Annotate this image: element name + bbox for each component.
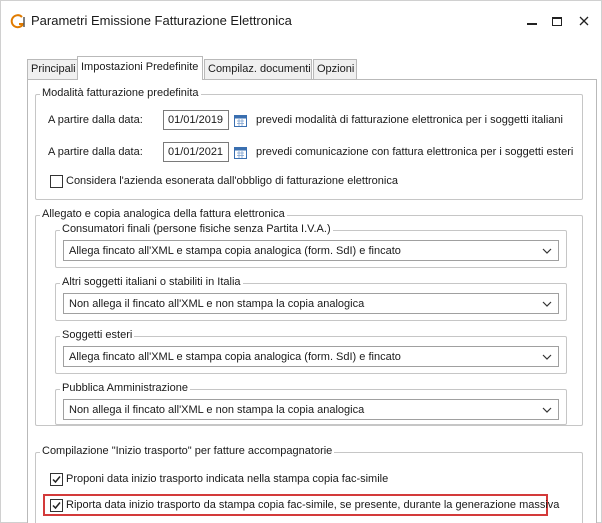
subgroup-pubblica-amministrazione: Pubblica Amministrazione Non allega il f… — [55, 382, 567, 425]
subgroup-altri-soggetti-italiani: Altri soggetti italiani o stabiliti in I… — [55, 276, 567, 321]
close-button[interactable] — [569, 9, 599, 33]
select-altri-soggetti-italiani[interactable]: Non allega il fincato all'XML e non stam… — [63, 293, 559, 314]
subgroup-title: Soggetti esteri — [60, 329, 135, 341]
chevron-down-icon — [542, 301, 552, 307]
select-value: Non allega il fincato all'XML e non stam… — [69, 404, 365, 416]
select-soggetti-esteri[interactable]: Allega fincato all'XML e stampa copia an… — [63, 346, 559, 367]
chevron-down-icon — [542, 354, 552, 360]
subgroup-consumatori-finali: Consumatori finali (persone fisiche senz… — [55, 223, 567, 268]
close-icon — [579, 16, 589, 26]
select-consumatori-finali[interactable]: Allega fincato all'XML e stampa copia an… — [63, 240, 559, 261]
title-bar: Parametri Emissione Fatturazione Elettro… — [1, 1, 601, 41]
group-modalita-fatturazione: Modalità fatturazione predefinita A part… — [35, 87, 583, 200]
date-label-esteri: A partire dalla data: — [48, 146, 143, 158]
subgroup-title: Altri soggetti italiani o stabiliti in I… — [60, 276, 243, 288]
select-value: Allega fincato all'XML e stampa copia an… — [69, 245, 401, 257]
select-value: Non allega il fincato all'XML e non stam… — [69, 298, 365, 310]
select-value: Allega fincato all'XML e stampa copia an… — [69, 351, 401, 363]
select-pubblica-amministrazione[interactable]: Non allega il fincato all'XML e non stam… — [63, 399, 559, 420]
tab-label: Compilaz. documenti — [208, 63, 311, 75]
calendar-icon[interactable] — [234, 114, 247, 127]
calendar-icon[interactable] — [234, 146, 247, 159]
group-allegato-copia-analogica: Allegato e copia analogica della fattura… — [35, 208, 583, 426]
maximize-button[interactable] — [542, 9, 572, 33]
text-esteri: prevedi comunicazione con fattura elettr… — [256, 146, 574, 158]
riporta-data-label: Riporta data inizio trasporto da stampa … — [66, 499, 560, 511]
tab-label: Principali — [31, 63, 76, 75]
maximize-icon — [552, 16, 562, 26]
group-title: Compilazione "Inizio trasporto" per fatt… — [40, 445, 335, 457]
chevron-down-icon — [542, 407, 552, 413]
tab-label: Opzioni — [317, 63, 355, 75]
date-field-italiani[interactable]: 01/01/2019 — [163, 110, 229, 130]
group-title: Modalità fatturazione predefinita — [40, 87, 201, 99]
window-title: Parametri Emissione Fatturazione Elettro… — [31, 13, 292, 28]
riporta-data-checkbox[interactable] — [50, 499, 63, 512]
chevron-down-icon — [542, 248, 552, 254]
date-label-italiani: A partire dalla data: — [48, 114, 143, 126]
minimize-icon — [527, 23, 537, 25]
subgroup-soggetti-esteri: Soggetti esteri Allega fincato all'XML e… — [55, 329, 567, 374]
group-inizio-trasporto: Compilazione "Inizio trasporto" per fatt… — [35, 445, 583, 523]
checkmark-icon — [52, 476, 61, 484]
esonerata-label: Considera l'azienda esonerata dall'obbli… — [66, 175, 398, 187]
proponi-data-checkbox[interactable] — [50, 473, 63, 486]
tab-principali[interactable]: Principali — [27, 59, 78, 79]
tab-compilaz-documenti[interactable]: Compilaz. documenti — [204, 59, 312, 79]
subgroup-title: Pubblica Amministrazione — [60, 382, 190, 394]
dialog-window: Parametri Emissione Fatturazione Elettro… — [0, 0, 602, 523]
subgroup-title: Consumatori finali (persone fisiche senz… — [60, 223, 333, 235]
app-logo-icon — [10, 14, 25, 29]
tab-panel-impostazioni: Modalità fatturazione predefinita A part… — [27, 79, 597, 523]
checkmark-icon — [52, 502, 61, 510]
group-title: Allegato e copia analogica della fattura… — [40, 208, 287, 220]
tab-impostazioni-predefinite[interactable]: Impostazioni Predefinite — [77, 56, 203, 80]
proponi-data-label: Proponi data inizio trasporto indicata n… — [66, 473, 389, 485]
tab-opzioni[interactable]: Opzioni — [313, 59, 357, 79]
tab-label: Impostazioni Predefinite — [81, 61, 199, 73]
date-field-esteri[interactable]: 01/01/2021 — [163, 142, 229, 162]
esonerata-checkbox[interactable] — [50, 175, 63, 188]
text-italiani: prevedi modalità di fatturazione elettro… — [256, 114, 563, 126]
